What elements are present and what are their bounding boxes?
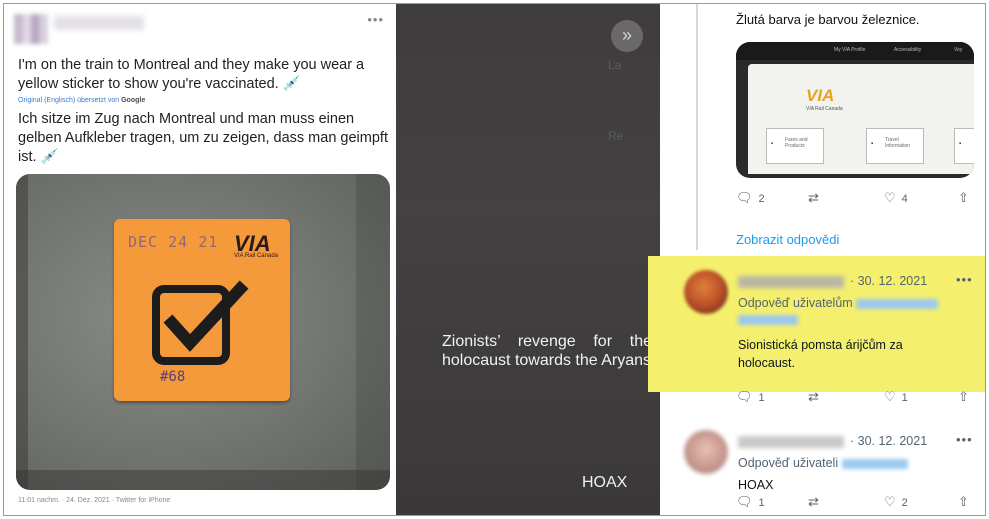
replying-prefix: Odpověď uživatelům: [738, 296, 853, 310]
heart-icon: ♡: [884, 494, 896, 509]
tweet-header: •••: [10, 8, 390, 52]
faded-text: Re: [608, 129, 624, 143]
heart-icon: ♡: [884, 389, 896, 404]
tile-label: Fares and Products: [785, 137, 808, 149]
reply-button[interactable]: 🗨 1: [736, 494, 765, 510]
screenshot-collage: ••• I'm on the train to Montreal and the…: [3, 3, 986, 516]
reply-icon: 🗨: [736, 190, 753, 205]
reply-date[interactable]: · 30. 12. 2021: [850, 274, 927, 288]
via-rail-logo: VIA VIA Rail Canada: [234, 231, 278, 259]
reply-text: Sionistická pomsta árijčům za holocaust.: [738, 338, 903, 370]
translation-prefix: Original (Englisch) übersetzt von: [18, 97, 120, 104]
double-chevron-right-icon[interactable]: »: [611, 20, 643, 52]
retweet-button[interactable]: ⇄: [808, 494, 825, 510]
via-rail-logo: VIA VIA Rail Canada: [806, 86, 843, 112]
blurred-username: [738, 276, 844, 288]
reply-actions: 🗨 1 ⇄ ♡ 1 ⇧: [736, 389, 976, 405]
share-button[interactable]: ⇧: [958, 389, 975, 405]
thread-connector: [696, 4, 698, 250]
site-tile: ▪ Travel Information: [866, 128, 924, 164]
hoax-caption: HOAX: [582, 474, 628, 491]
reply-text: HOAX: [738, 478, 774, 492]
tweet-text-german: Ich sitze im Zug nach Montreal und man m…: [18, 111, 388, 165]
blurred-mention[interactable]: [856, 298, 939, 309]
thread-tweet-text: Žlutá barva je barvou železnice.: [736, 12, 920, 27]
retweet-icon: ⇄: [808, 190, 819, 205]
sticker-number: #68: [160, 369, 186, 385]
heart-icon: ♡: [884, 190, 896, 205]
reply-icon: 🗨: [736, 389, 753, 404]
retweet-icon: ⇄: [808, 494, 819, 509]
more-icon[interactable]: •••: [956, 432, 973, 447]
retweet-icon: ⇄: [808, 389, 819, 404]
site-nav-bar: My VIA Profile Accessibility Voy: [736, 42, 974, 60]
nav-label: Voy: [954, 47, 963, 53]
like-button[interactable]: ♡ 4: [884, 190, 908, 206]
blurred-mention[interactable]: [738, 314, 798, 325]
reply-actions: 🗨 1 ⇄ ♡ 2 ⇧: [736, 494, 976, 510]
site-tile: ▪: [954, 128, 974, 164]
tweet-photo[interactable]: DEC 24 21 VIA VIA Rail Canada #68: [16, 174, 390, 490]
caption-panel: » La Re Zionists’ revenge for the holoca…: [396, 4, 660, 515]
replying-prefix: Odpověď uživateli: [738, 456, 839, 470]
tile-label: Travel Information: [885, 137, 911, 149]
thread-photo[interactable]: My VIA Profile Accessibility Voy VIA VIA…: [736, 42, 974, 178]
share-icon: ⇧: [958, 494, 969, 509]
original-tweet: ••• I'm on the train to Montreal and the…: [4, 4, 396, 515]
vaccination-sticker: DEC 24 21 VIA VIA Rail Canada #68: [114, 219, 290, 401]
tweet-text-english: I'm on the train to Montreal and they ma…: [18, 57, 365, 92]
like-button[interactable]: ♡ 2: [884, 494, 908, 510]
google-brand: Google: [121, 97, 146, 104]
avatar[interactable]: [684, 430, 728, 474]
more-icon[interactable]: •••: [956, 272, 973, 287]
via-logo-sub: VIA Rail Canada: [233, 253, 278, 259]
blurred-username: [54, 16, 144, 30]
reply-icon: 🗨: [736, 494, 753, 509]
faded-text: La: [608, 58, 622, 72]
replying-to: Odpověď uživateli: [738, 456, 908, 470]
tweet-timestamp[interactable]: 11:01 nachm. · 24. Dez. 2021 · Twitter f…: [18, 497, 170, 504]
reply-button[interactable]: 🗨 1: [736, 389, 765, 405]
blurred-mention[interactable]: [841, 458, 908, 469]
translation-note[interactable]: Original (Englisch) übersetzt von Google: [18, 97, 145, 104]
reply-date[interactable]: · 30. 12. 2021: [850, 434, 927, 448]
blurred-username: [738, 436, 844, 448]
site-tile: ▪ Fares and Products: [766, 128, 824, 164]
share-button[interactable]: ⇧: [958, 190, 975, 206]
caption-translation: Zionists’ revenge for the holocaust towa…: [442, 333, 652, 369]
avatar[interactable]: [684, 270, 728, 314]
nav-label: My VIA Profile: [834, 47, 866, 53]
sticker-date: DEC 24 21: [128, 233, 219, 251]
more-icon[interactable]: •••: [367, 12, 384, 27]
reply-thread: Žlutá barva je barvou železnice. My VIA …: [648, 4, 985, 515]
via-logo-sub: VIA Rail Canada: [806, 106, 843, 112]
avatar[interactable]: [14, 14, 48, 44]
site-screen: VIA VIA Rail Canada ▪ Fares and Products …: [748, 64, 974, 174]
checkbox-check-icon: [152, 280, 249, 365]
share-button[interactable]: ⇧: [958, 494, 975, 510]
share-icon: ⇧: [958, 190, 969, 205]
nav-label: Accessibility: [894, 47, 922, 53]
retweet-button[interactable]: ⇄: [808, 190, 825, 206]
tweet-actions: 🗨 2 ⇄ ♡ 4 ⇧: [736, 190, 976, 206]
reply-button[interactable]: 🗨 2: [736, 190, 765, 206]
share-icon: ⇧: [958, 389, 969, 404]
show-replies-link[interactable]: Zobrazit odpovědi: [736, 232, 839, 247]
retweet-button[interactable]: ⇄: [808, 389, 825, 405]
like-button[interactable]: ♡ 1: [884, 389, 908, 405]
via-logo-text: VIA: [806, 86, 835, 105]
replying-to: Odpověď uživatelům: [738, 296, 939, 325]
